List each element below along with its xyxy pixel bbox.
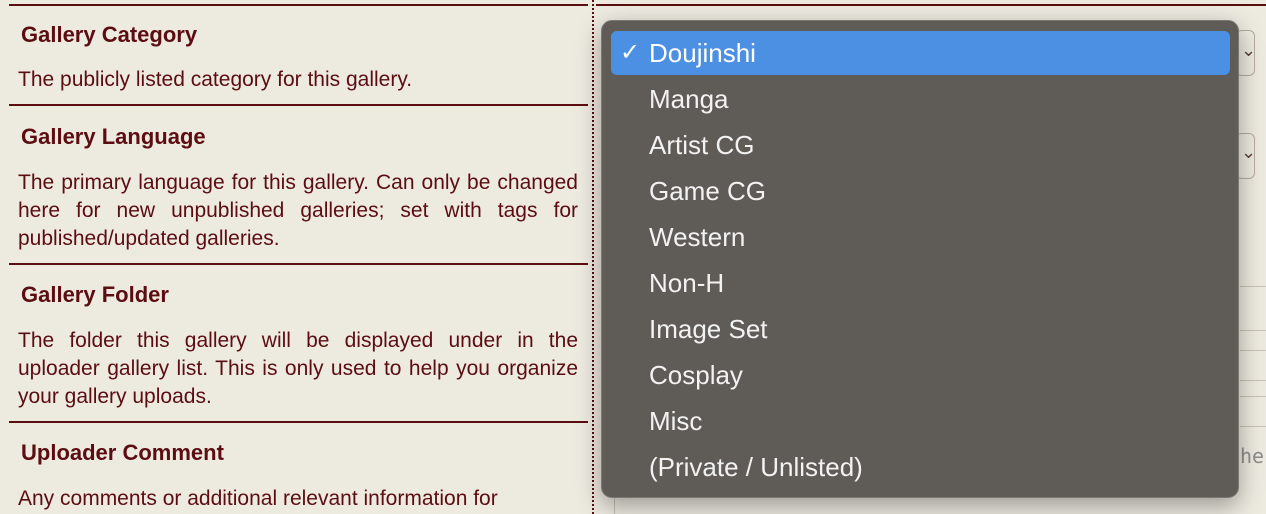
chevron-down-icon: ⌄ xyxy=(1241,142,1257,162)
section-divider xyxy=(9,421,588,423)
folder-field-border xyxy=(1240,330,1266,331)
dropdown-option-label: Non-H xyxy=(649,268,725,298)
dropdown-option-label: Cosplay xyxy=(649,360,743,390)
dropdown-option-western[interactable]: Western xyxy=(611,215,1230,259)
section-divider-right xyxy=(596,4,1266,6)
dropdown-option-image-set[interactable]: Image Set xyxy=(611,307,1230,351)
section-divider xyxy=(9,104,588,106)
dropdown-option-non-h[interactable]: Non-H xyxy=(611,261,1230,305)
dropdown-option-doujinshi[interactable]: ✓ Doujinshi xyxy=(611,31,1230,75)
section-title-folder: Gallery Folder xyxy=(21,282,169,307)
uploader-comment-field-text: he xyxy=(1240,444,1265,468)
dropdown-option-label: Misc xyxy=(649,406,703,436)
dropdown-option-label: Western xyxy=(649,222,746,252)
folder-field-border xyxy=(1240,380,1266,381)
category-dropdown-menu[interactable]: ✓ Doujinshi Manga Artist CG Game CG West… xyxy=(601,20,1239,498)
dropdown-option-misc[interactable]: Misc xyxy=(611,399,1230,443)
section-description-uploader-comment: Any comments or additional relevant info… xyxy=(18,487,498,510)
dropdown-option-artist-cg[interactable]: Artist CG xyxy=(611,123,1230,167)
section-title-category: Gallery Category xyxy=(21,22,198,47)
folder-field-border xyxy=(1240,286,1266,287)
dropdown-option-label: (Private / Unlisted) xyxy=(649,452,863,482)
settings-labels: Gallery Category The publicly listed cat… xyxy=(0,0,588,514)
section-title-uploader-comment: Uploader Comment xyxy=(21,440,224,465)
section-divider xyxy=(9,263,588,265)
section-description-folder: The folder this gallery will be displaye… xyxy=(18,329,578,408)
folder-field-border xyxy=(1240,350,1266,351)
section-title-language: Gallery Language xyxy=(21,124,206,149)
dropdown-option-cosplay[interactable]: Cosplay xyxy=(611,353,1230,397)
dropdown-option-manga[interactable]: Manga xyxy=(611,77,1230,121)
section-divider xyxy=(9,4,588,6)
chevron-down-icon: ⌄ xyxy=(1241,40,1257,60)
column-divider xyxy=(592,0,594,514)
dropdown-option-game-cg[interactable]: Game CG xyxy=(611,169,1230,213)
comment-field-border xyxy=(1240,426,1266,427)
dropdown-option-label: Manga xyxy=(649,84,729,114)
section-description-category: The publicly listed category for this ga… xyxy=(18,68,413,91)
folder-field-border xyxy=(1240,396,1266,397)
dropdown-option-private-unlisted[interactable]: (Private / Unlisted) xyxy=(611,445,1230,489)
dropdown-option-label: Artist CG xyxy=(649,130,755,160)
dropdown-option-label: Image Set xyxy=(649,314,768,344)
dropdown-option-label: Doujinshi xyxy=(649,38,756,68)
dropdown-option-label: Game CG xyxy=(649,176,767,206)
section-description-language: The primary language for this gallery. C… xyxy=(18,171,578,250)
checkmark-icon: ✓ xyxy=(620,39,641,66)
